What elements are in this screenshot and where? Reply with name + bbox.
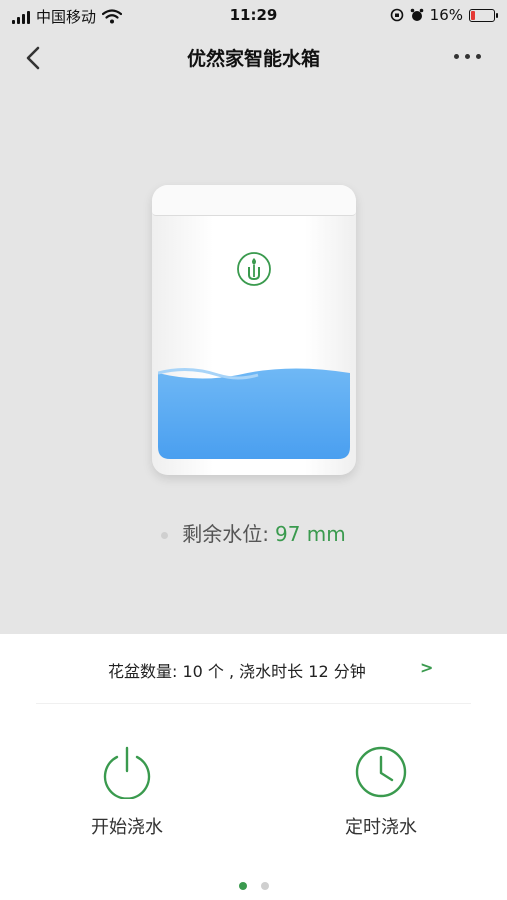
power-icon xyxy=(103,746,151,799)
page-dot-1[interactable] xyxy=(238,882,247,890)
battery-percent: 16% xyxy=(429,6,463,24)
status-right: 16% xyxy=(390,6,498,24)
more-dot-icon xyxy=(476,54,481,59)
timed-watering-button[interactable]: 定时浇水 xyxy=(306,745,456,855)
alarm-icon xyxy=(410,8,423,21)
tank-lid xyxy=(152,185,356,216)
status-bar: 中国移动 11:29 16% xyxy=(0,0,507,30)
chevron-left-icon xyxy=(26,46,40,70)
brand-logo-icon xyxy=(237,252,271,286)
orientation-lock-icon xyxy=(390,8,403,22)
water-fill xyxy=(158,368,350,459)
more-dot-icon xyxy=(454,54,459,59)
page-dot-2[interactable] xyxy=(260,882,269,890)
back-button[interactable] xyxy=(18,40,54,76)
more-dot-icon xyxy=(465,54,470,59)
water-level-row: 剩余水位: 97 mm xyxy=(0,518,507,547)
water-tank-illustration xyxy=(152,185,356,475)
nav-bar: 优然家智能水箱 xyxy=(0,34,507,82)
page-title: 优然家智能水箱 xyxy=(186,48,320,70)
start-watering-button[interactable]: 开始浇水 xyxy=(52,745,202,855)
chevron-right-icon: > xyxy=(420,658,434,677)
watering-settings-text: 花盆数量: 10 个 , 浇水时长 12 分钟 xyxy=(108,662,366,681)
more-button[interactable] xyxy=(454,54,481,59)
water-level-label: 剩余水位: xyxy=(182,522,269,546)
start-watering-label: 开始浇水 xyxy=(91,817,163,838)
divider xyxy=(36,703,471,704)
page-indicator xyxy=(0,882,507,890)
water-level-value: 97 mm xyxy=(274,522,346,546)
clock-icon xyxy=(355,746,407,798)
status-dot-icon xyxy=(161,532,169,539)
watering-settings-row[interactable]: 花盆数量: 10 个 , 浇水时长 12 分钟 > xyxy=(0,634,507,704)
timed-watering-label: 定时浇水 xyxy=(345,817,417,838)
battery-icon xyxy=(469,8,498,22)
